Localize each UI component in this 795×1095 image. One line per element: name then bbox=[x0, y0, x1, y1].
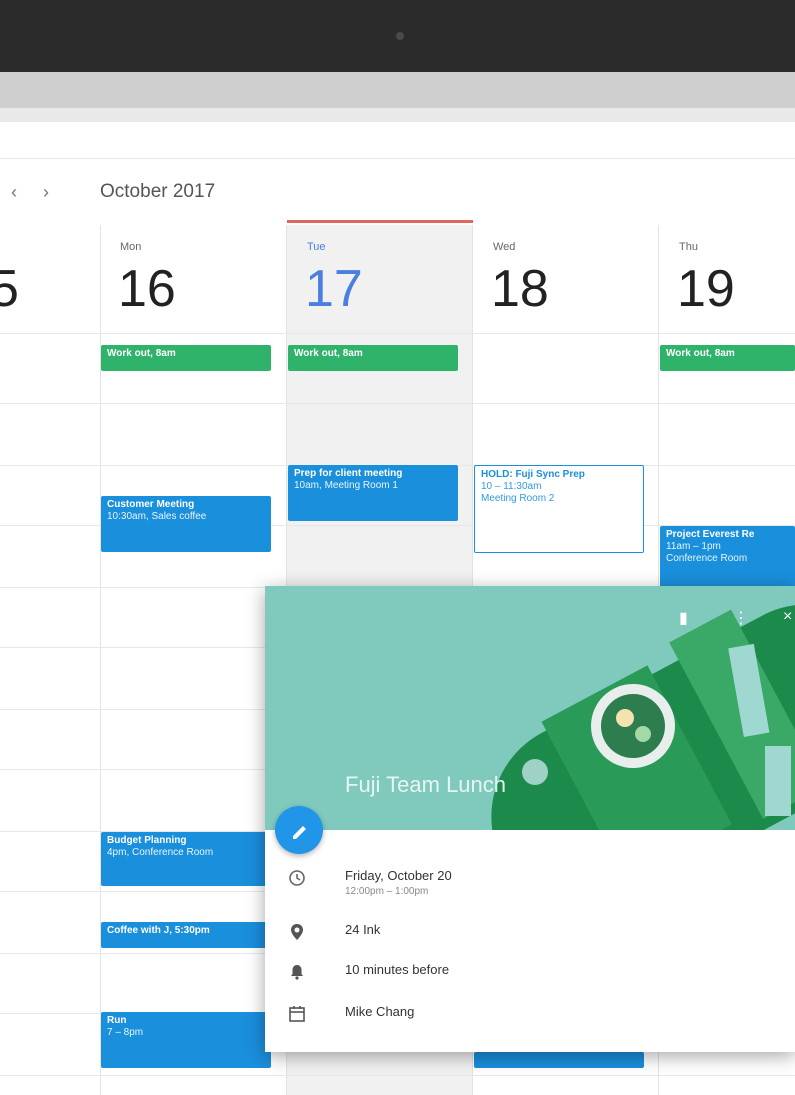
event-detail: 4pm, Conference Room bbox=[107, 847, 214, 858]
browser-toolbar bbox=[0, 72, 795, 108]
event-datetime-row: Friday, October 20 12:00pm – 1:00pm bbox=[265, 864, 795, 897]
event-partial-wed[interactable] bbox=[474, 1052, 644, 1068]
event-title: Work out, 8am bbox=[666, 348, 735, 359]
browser-subbar bbox=[0, 108, 795, 122]
event-project-review[interactable]: Project Everest Re 11am – 1pm Conference… bbox=[660, 526, 795, 590]
event-customer-meeting[interactable]: Customer Meeting 10:30am, Sales coffee bbox=[101, 496, 271, 552]
event-title: Work out, 8am bbox=[294, 348, 363, 359]
event-coffee[interactable]: Coffee with J, 5:30pm bbox=[101, 922, 271, 948]
current-time-indicator bbox=[287, 220, 473, 223]
delete-icon[interactable]: ▮ bbox=[679, 608, 688, 628]
day-header[interactable]: Tue 17 bbox=[287, 225, 473, 333]
day-number: 17 bbox=[305, 260, 363, 318]
event-location: Meeting Room 2 bbox=[481, 493, 555, 504]
event-date: Friday, October 20 bbox=[345, 868, 452, 883]
event-organizer-row: Mike Chang bbox=[265, 1000, 795, 1030]
event-detail: 10:30am, Sales coffee bbox=[107, 511, 207, 522]
device-top-bezel bbox=[0, 0, 795, 72]
clock-icon bbox=[289, 870, 305, 886]
day-number: 5 bbox=[0, 260, 19, 318]
event-title: Budget Planning bbox=[107, 835, 187, 846]
calendar-icon bbox=[289, 1006, 305, 1022]
month-label: October 2017 bbox=[100, 181, 216, 202]
event-prep-client[interactable]: Prep for client meeting 10am, Meeting Ro… bbox=[288, 465, 458, 521]
event-title: HOLD: Fuji Sync Prep bbox=[481, 469, 585, 480]
day-number: 19 bbox=[677, 260, 735, 318]
hour-line bbox=[0, 1075, 795, 1076]
popup-hero-illustration: ▮ ⋮ × Fuji Team Lunch bbox=[265, 586, 795, 830]
event-title: Work out, 8am bbox=[107, 348, 176, 359]
day-of-week: Wed bbox=[493, 241, 516, 253]
event-time: 10 – 11:30am bbox=[481, 481, 542, 492]
event-time: 12:00pm – 1:00pm bbox=[345, 886, 429, 897]
event-detail-popup: ▮ ⋮ × Fuji Team Lunch Friday, October 20… bbox=[265, 586, 795, 1052]
edit-event-button[interactable] bbox=[275, 806, 323, 854]
day-number: 16 bbox=[118, 260, 176, 318]
event-reminder: 10 minutes before bbox=[345, 962, 450, 977]
day-of-week: Thu bbox=[679, 241, 698, 253]
more-options-icon[interactable]: ⋮ bbox=[733, 608, 749, 628]
day-column-partial: 5 bbox=[0, 225, 100, 1095]
event-run[interactable]: Run 7 – 8pm bbox=[101, 1012, 271, 1068]
event-workout-mon[interactable]: Work out, 8am bbox=[101, 345, 271, 371]
event-hold-fuji[interactable]: HOLD: Fuji Sync Prep 10 – 11:30am Meetin… bbox=[474, 465, 644, 553]
event-budget-planning[interactable]: Budget Planning 4pm, Conference Room bbox=[101, 832, 271, 886]
event-detail: 10am, Meeting Room 1 bbox=[294, 480, 398, 491]
calendar-nav: ‹ › October 2017 bbox=[0, 170, 795, 214]
event-location: Conference Room bbox=[666, 553, 748, 564]
day-of-week: Mon bbox=[120, 241, 142, 253]
next-week-button[interactable]: › bbox=[36, 170, 56, 214]
hour-line bbox=[0, 403, 795, 404]
event-title: Run bbox=[107, 1015, 127, 1026]
event-organizer: Mike Chang bbox=[345, 1004, 415, 1019]
hour-line bbox=[0, 333, 795, 334]
day-of-week: Tue bbox=[307, 241, 326, 253]
event-title: Project Everest Re bbox=[666, 529, 755, 540]
close-icon[interactable]: × bbox=[783, 608, 792, 626]
event-location-row: 24 Ink bbox=[265, 918, 795, 948]
event-title: Coffee with J, 5:30pm bbox=[107, 925, 210, 936]
day-header[interactable]: Mon 16 bbox=[100, 225, 286, 333]
event-reminder-row: 10 minutes before bbox=[265, 958, 795, 988]
event-title: Customer Meeting bbox=[107, 499, 195, 510]
prev-week-button[interactable]: ‹ bbox=[4, 170, 24, 214]
event-workout-tue[interactable]: Work out, 8am bbox=[288, 345, 458, 371]
event-time: 11am – 1pm bbox=[666, 541, 721, 552]
day-header[interactable]: Thu 19 bbox=[659, 225, 795, 333]
location-pin-icon bbox=[291, 924, 303, 940]
bell-icon bbox=[291, 965, 303, 980]
camera-dot bbox=[396, 32, 404, 40]
day-number: 18 bbox=[491, 260, 549, 318]
app-header bbox=[0, 122, 795, 159]
event-workout-thu[interactable]: Work out, 8am bbox=[660, 345, 795, 371]
event-title: Prep for client meeting bbox=[294, 468, 403, 479]
day-header[interactable]: Wed 18 bbox=[473, 225, 659, 333]
pencil-icon bbox=[293, 826, 306, 839]
event-location: 24 Ink bbox=[345, 922, 381, 937]
event-title: Fuji Team Lunch bbox=[345, 772, 507, 797]
event-detail: 7 – 8pm bbox=[107, 1027, 144, 1038]
